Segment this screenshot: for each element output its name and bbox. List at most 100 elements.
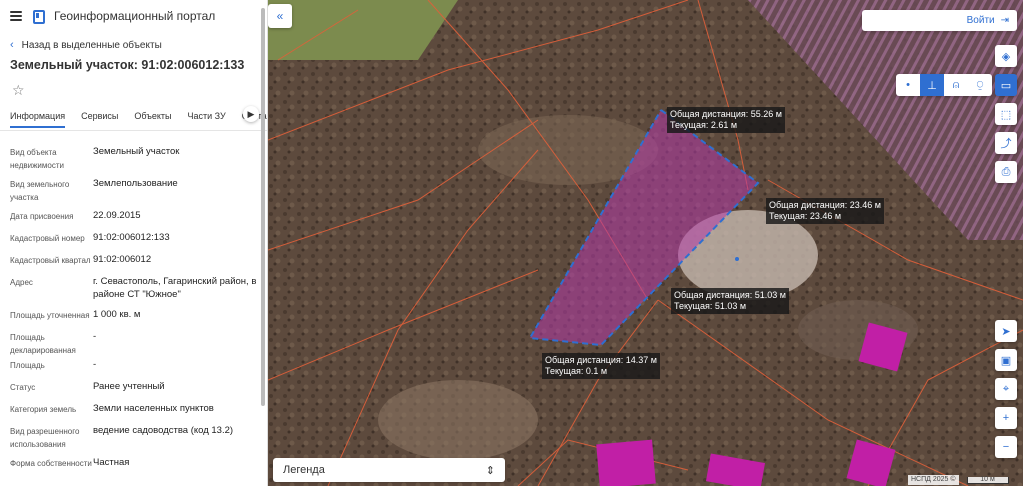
property-label: Дата присвоения bbox=[10, 212, 74, 221]
back-to-selected-link[interactable]: ‹ Назад в выделенные объекты bbox=[0, 37, 267, 53]
property-label: Вид земельного участка bbox=[10, 180, 70, 202]
map-view[interactable]: « Войти ⇥ ◈ • ⊥ ⍝ ⍜ ▭ ⬚ ⤴ ⎙ Общая дистан… bbox=[268, 0, 1023, 486]
property-value: Землепользование bbox=[93, 178, 178, 189]
object-info-panel: Геоинформационный портал ‹ Назад в выдел… bbox=[0, 0, 268, 486]
print-button[interactable]: ⎙ bbox=[995, 161, 1017, 183]
page-title: Земельный участок: 91:02:006012:133 bbox=[10, 58, 245, 72]
property-label: Площадь декларированная bbox=[10, 333, 76, 355]
navigation-arrow-icon: ➤ bbox=[1001, 325, 1011, 338]
measure-current: Текущая: 0.1 м bbox=[545, 366, 608, 376]
measure-total: Общая дистанция: 23.46 м bbox=[769, 200, 881, 210]
property-label: Категория земель bbox=[10, 405, 77, 414]
favorite-star-icon[interactable]: ☆ bbox=[12, 82, 28, 98]
tab-parcel-parts[interactable]: Части ЗУ bbox=[188, 108, 226, 130]
login-button[interactable]: Войти ⇥ bbox=[862, 10, 1017, 31]
legend-label: Легенда bbox=[283, 464, 325, 476]
property-row: Площадь - bbox=[10, 358, 257, 380]
collapse-panel-button[interactable]: « bbox=[268, 4, 292, 28]
info-tabs: Информация Сервисы Объекты Части ЗУ Сост… bbox=[0, 106, 267, 130]
zoom-out-button[interactable]: − bbox=[995, 436, 1017, 458]
measure-current: Текущая: 2.61 м bbox=[670, 120, 738, 130]
layers-button[interactable]: ◈ bbox=[995, 45, 1017, 67]
measure-radius-button[interactable]: ⍜ bbox=[968, 74, 992, 96]
property-row: Площадь декларированная - bbox=[10, 330, 257, 358]
point-icon: • bbox=[906, 79, 910, 91]
measure-tooltip: Общая дистанция: 23.46 м Текущая: 23.46 … bbox=[766, 198, 884, 224]
property-row: Вид разрешенного использования ведение с… bbox=[10, 424, 257, 456]
property-row: Вид объекта недвижимости Земельный участ… bbox=[10, 145, 257, 177]
measure-tooltip: Общая дистанция: 51.03 м Текущая: 51.03 … bbox=[671, 288, 789, 314]
measure-area-button[interactable]: ⍝ bbox=[944, 74, 968, 96]
portal-logo-icon bbox=[32, 10, 45, 24]
property-row: Дата присвоения 22.09.2015 bbox=[10, 209, 257, 231]
property-row: Вид земельного участка Землепользование bbox=[10, 177, 257, 209]
tab-services[interactable]: Сервисы bbox=[81, 108, 118, 130]
locate-button[interactable]: ➤ bbox=[995, 320, 1017, 342]
ruler-icon: ⊥ bbox=[927, 79, 937, 92]
back-link-label: Назад в выделенные объекты bbox=[21, 39, 162, 51]
property-row: Категория земель Земли населенных пункто… bbox=[10, 402, 257, 424]
property-label: Форма собственности bbox=[10, 459, 92, 468]
map-attribution: НСПД 2025 © bbox=[908, 475, 959, 485]
tab-objects[interactable]: Объекты bbox=[134, 108, 171, 130]
layers-icon: ◈ bbox=[1001, 50, 1011, 63]
share-button[interactable]: ⤴ bbox=[995, 132, 1017, 154]
area-icon: ⍝ bbox=[952, 78, 960, 91]
property-row: Статус Ранее учтенный bbox=[10, 380, 257, 402]
menu-icon[interactable] bbox=[10, 11, 22, 21]
scale-value: 10 м bbox=[966, 476, 1009, 484]
property-label: Адрес bbox=[10, 278, 33, 287]
tab-information[interactable]: Информация bbox=[10, 108, 66, 128]
basemap-button[interactable]: ▣ bbox=[995, 349, 1017, 371]
property-label: Вид объекта недвижимости bbox=[10, 148, 64, 170]
property-value: Земли населенных пунктов bbox=[93, 403, 214, 414]
tabs-scroll-right-button[interactable]: ▶ bbox=[243, 106, 259, 122]
property-value: - bbox=[93, 359, 97, 370]
measure-total: Общая дистанция: 55.26 м bbox=[670, 109, 782, 119]
tabs-divider bbox=[0, 130, 267, 131]
property-row: Кадастровый номер 91:02:006012:133 bbox=[10, 231, 257, 253]
property-value: Земельный участок bbox=[93, 146, 180, 157]
select-area-icon: ⬚ bbox=[1000, 108, 1012, 121]
measure-tooltip: Общая дистанция: 14.37 м Текущая: 0.1 м bbox=[542, 353, 660, 379]
property-label: Статус bbox=[10, 383, 36, 392]
login-label: Войти bbox=[966, 15, 995, 26]
measure-current: Текущая: 23.46 м bbox=[769, 211, 842, 221]
property-label: Кадастровый номер bbox=[10, 234, 85, 243]
property-value: ведение садоводства (код 13.2) bbox=[93, 425, 234, 436]
property-label: Вид разрешенного использования bbox=[10, 427, 80, 449]
property-row: Площадь уточненная 1 000 кв. м bbox=[10, 308, 257, 330]
basemap-icon: ▣ bbox=[1000, 354, 1012, 367]
measure-distance-button[interactable]: ⊥ bbox=[920, 74, 944, 96]
property-row: Адрес г. Севастополь, Гагаринский район,… bbox=[10, 275, 257, 308]
minus-icon: − bbox=[1002, 441, 1010, 453]
scale-bar: НСПД 2025 © 10 м bbox=[908, 475, 1009, 485]
property-value: 22.09.2015 bbox=[93, 210, 141, 221]
zoom-in-button[interactable]: + bbox=[995, 407, 1017, 429]
property-value: Частная bbox=[93, 457, 130, 468]
property-list: Вид объекта недвижимости Земельный участ… bbox=[0, 145, 267, 474]
radius-icon: ⍜ bbox=[976, 78, 984, 91]
property-value: Ранее учтенный bbox=[93, 381, 165, 392]
property-label: Площадь уточненная bbox=[10, 311, 90, 320]
updown-chevron-icon: ⇕ bbox=[485, 464, 495, 477]
login-icon: ⇥ bbox=[1000, 15, 1009, 26]
plus-icon: + bbox=[1002, 412, 1010, 424]
measure-mode-button[interactable]: ▭ bbox=[995, 74, 1017, 96]
property-value: 91:02:006012 bbox=[93, 254, 152, 265]
geolocation-button[interactable]: ⌖ bbox=[995, 378, 1017, 400]
select-area-button[interactable]: ⬚ bbox=[995, 103, 1017, 125]
satellite-imagery bbox=[268, 0, 1023, 486]
legend-dropdown[interactable]: Легенда ⇕ bbox=[273, 458, 505, 482]
location-pin-icon: ⌖ bbox=[1002, 382, 1010, 395]
share-icon: ⤴ bbox=[1000, 138, 1012, 150]
measure-total: Общая дистанция: 51.03 м bbox=[674, 290, 786, 300]
property-label: Площадь bbox=[10, 361, 45, 370]
measure-point-button[interactable]: • bbox=[896, 74, 920, 96]
print-icon: ⎙ bbox=[1001, 165, 1011, 178]
property-value: - bbox=[93, 331, 97, 342]
property-row: Форма собственности Частная bbox=[10, 456, 257, 474]
portal-title: Геоинформационный портал bbox=[54, 9, 216, 23]
sidebar-scrollbar[interactable] bbox=[261, 8, 265, 406]
property-value: 91:02:006012:133 bbox=[93, 232, 170, 243]
